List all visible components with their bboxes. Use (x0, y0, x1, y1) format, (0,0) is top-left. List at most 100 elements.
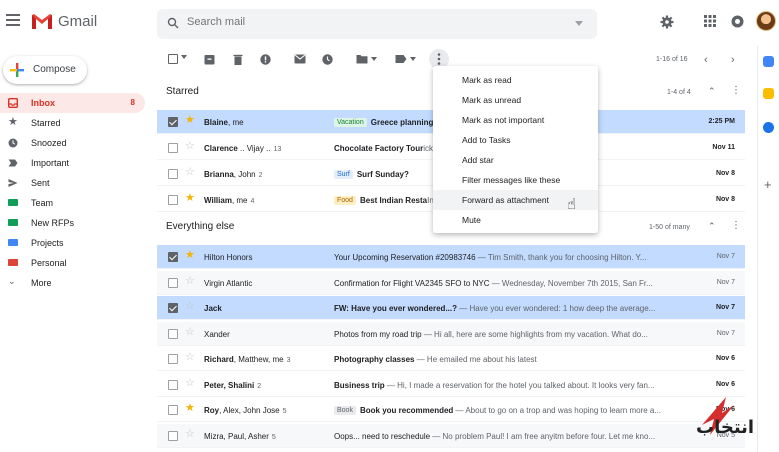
delete-icon[interactable] (233, 54, 243, 65)
row-checkbox[interactable] (168, 354, 178, 364)
notifications-icon[interactable] (731, 15, 744, 28)
menu-item[interactable]: Mark as read (433, 70, 598, 90)
apps-grid-icon[interactable] (704, 15, 716, 27)
select-dropdown-icon[interactable] (181, 55, 187, 59)
search-icon[interactable] (167, 17, 179, 29)
label-badge[interactable]: Surf (334, 170, 353, 179)
star-icon[interactable]: ☆ (185, 377, 195, 389)
email-row[interactable]: ★ Hilton Honors Your Upcoming Reservation … (157, 245, 745, 269)
thread-count: 4 (250, 198, 255, 205)
star-icon[interactable]: ★ (185, 115, 195, 126)
tasks-icon[interactable] (763, 122, 774, 133)
row-checkbox[interactable] (168, 303, 178, 313)
label-dropdown-icon[interactable] (410, 57, 416, 61)
row-checkbox[interactable] (168, 379, 178, 390)
compose-button[interactable]: Compose (3, 56, 87, 84)
email-subject: Your Upcoming Reservation #20983746 (334, 253, 476, 262)
email-row[interactable]: ☆ Richard, Matthew, me 3 Photography classe… (157, 347, 745, 371)
keep-icon[interactable] (763, 88, 774, 99)
mark-unread-icon[interactable] (294, 54, 306, 64)
star-icon[interactable]: ☆ (185, 352, 195, 363)
row-checkbox[interactable] (168, 252, 178, 262)
settings-gear-icon[interactable] (660, 15, 674, 29)
sidebar-item-sent[interactable]: Sent (0, 173, 145, 193)
row-checkbox[interactable] (168, 328, 178, 339)
menu-item[interactable]: Mark as not important (433, 110, 598, 130)
archive-icon[interactable] (204, 54, 215, 65)
menu-item[interactable]: Add to Tasks (433, 130, 598, 150)
row-checkbox[interactable] (168, 430, 178, 441)
sidebar-item-label: Personal (31, 258, 67, 268)
sidebar-item-inbox[interactable]: Inbox 8 (0, 93, 145, 113)
account-avatar[interactable] (756, 11, 776, 31)
sidebar-item-personal[interactable]: Personal (0, 253, 145, 273)
label-badge[interactable]: Book (334, 406, 356, 415)
sender-name: Clarence (204, 144, 238, 153)
menu-item[interactable]: Mark as unread (433, 90, 598, 110)
section-more-icon[interactable]: ⋮ (731, 220, 741, 231)
menu-item[interactable]: Filter messages like these (433, 170, 598, 190)
move-dropdown-icon[interactable] (371, 57, 377, 61)
collapse-icon[interactable]: ⌃ (708, 86, 716, 97)
row-checkbox[interactable] (168, 195, 178, 205)
email-row[interactable]: ☆ Xander Photos from my road trip — Hi all… (157, 321, 745, 346)
search-input[interactable] (187, 16, 567, 28)
sidebar-item-snoozed[interactable]: Snoozed (0, 133, 145, 153)
row-checkbox[interactable] (168, 405, 178, 415)
collapse-icon[interactable]: ⌃ (708, 221, 716, 232)
section-title: Everything else (166, 221, 235, 232)
email-row[interactable]: ★ Roy, Alex, John Jose 5 Book Book you recom… (157, 398, 745, 422)
label-badge[interactable]: Vacation (334, 118, 367, 127)
star-icon[interactable]: ☆ (185, 301, 195, 312)
add-addon-icon[interactable]: + (764, 177, 772, 192)
thread-count: 5 (282, 408, 287, 415)
important-icon (8, 159, 18, 167)
label-badge[interactable]: Food (334, 196, 356, 205)
email-row[interactable]: ☆ Mizra, Paul, Asher 5 Oops... need to resc… (157, 423, 745, 448)
watermark-text: انتخاب (696, 417, 754, 438)
move-to-folder-icon[interactable] (356, 54, 368, 64)
entekhab-watermark-logo: انتخاب (696, 397, 754, 438)
section-more-icon[interactable]: ⋮ (731, 85, 741, 96)
sidebar-item-starred[interactable]: ★ Starred (0, 113, 145, 133)
email-row[interactable]: ☆ Virgin Atlantic Confirmation for Flight … (157, 270, 745, 295)
sidebar-item-new-rfps[interactable]: New RFPs (0, 213, 145, 233)
sidebar-item-team[interactable]: Team (0, 193, 145, 213)
sender-others: , John (233, 170, 256, 179)
row-checkbox[interactable] (168, 277, 178, 288)
search-bar[interactable] (157, 9, 597, 39)
email-subject: Business trip (334, 380, 385, 390)
email-sender: Blaine, me (204, 118, 324, 127)
inbox-icon (8, 98, 18, 108)
select-all-checkbox[interactable] (168, 54, 178, 64)
email-date: Nov 7 (715, 304, 735, 311)
star-icon[interactable]: ★ (185, 403, 195, 414)
gmail-logo[interactable]: Gmail (31, 13, 97, 30)
row-checkbox[interactable] (168, 143, 178, 153)
sidebar-item-more[interactable]: ⌄ More (0, 273, 145, 293)
star-icon[interactable]: ☆ (185, 167, 195, 178)
row-checkbox[interactable] (168, 169, 178, 179)
calendar-icon[interactable] (763, 56, 774, 67)
prev-page-icon[interactable]: ‹ (704, 54, 708, 66)
report-spam-icon[interactable] (260, 54, 271, 65)
menu-item[interactable]: Add star (433, 150, 598, 170)
menu-item[interactable]: Mute (433, 210, 598, 230)
sidebar-item-projects[interactable]: Projects (0, 233, 145, 253)
row-checkbox[interactable] (168, 117, 178, 127)
snooze-clock-icon[interactable] (322, 54, 333, 65)
star-icon[interactable]: ☆ (185, 275, 195, 287)
star-icon[interactable]: ★ (185, 250, 195, 261)
email-snippet: — Hi all, here are some highlights from … (421, 329, 648, 339)
star-icon[interactable]: ☆ (185, 141, 195, 152)
label-tag-icon[interactable] (395, 54, 407, 64)
email-row[interactable]: ☆ Jack FW: Have you ever wondered...? — Ha… (157, 296, 745, 320)
next-page-icon[interactable]: › (731, 54, 735, 66)
star-icon[interactable]: ★ (185, 193, 195, 204)
main-menu-icon[interactable] (6, 14, 20, 26)
search-options-icon[interactable] (575, 21, 583, 26)
star-icon[interactable]: ☆ (185, 428, 195, 440)
star-icon[interactable]: ☆ (185, 326, 195, 338)
sidebar-item-important[interactable]: Important (0, 153, 145, 173)
email-row[interactable]: ☆ Peter, Shalini 2 Business trip — Hi, I ma… (157, 373, 745, 397)
